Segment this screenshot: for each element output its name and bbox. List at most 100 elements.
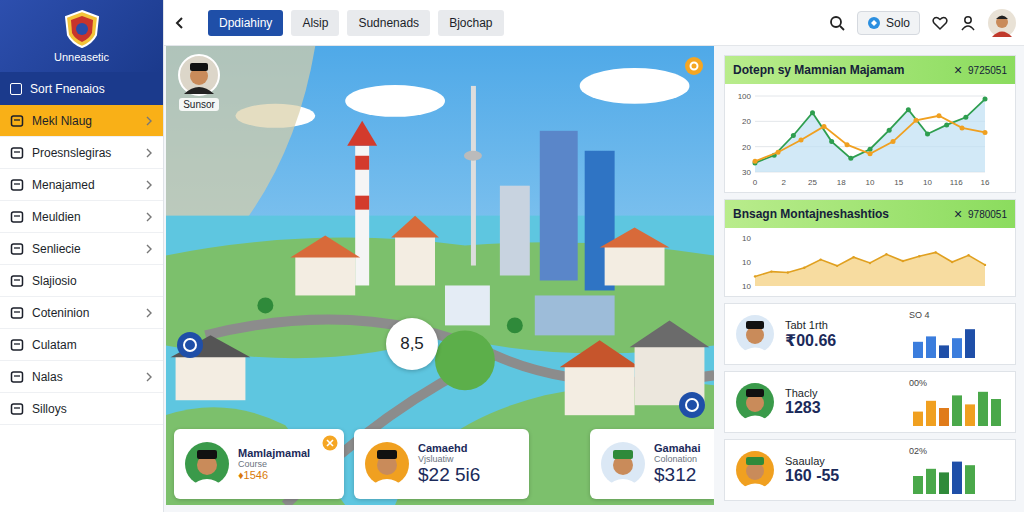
card-title: Dotepn sy Mamnian Majamam: [733, 63, 948, 77]
bar[interactable]: [939, 472, 949, 494]
sidebar-item[interactable]: Silloys: [0, 393, 163, 425]
bar[interactable]: [939, 408, 949, 426]
data-point: [770, 270, 772, 272]
series: [753, 97, 988, 166]
bar[interactable]: [926, 336, 936, 358]
shield-logo-icon[interactable]: [62, 9, 102, 49]
chevron-right-icon: [145, 116, 153, 126]
data-point[interactable]: [963, 115, 968, 120]
bar[interactable]: [978, 392, 988, 426]
card-header: Bnsagn Montajneshashtios×9780051: [725, 200, 1015, 228]
bar[interactable]: [952, 338, 962, 358]
score-badge[interactable]: 8,5: [386, 318, 438, 370]
data-point: [885, 253, 887, 255]
data-point[interactable]: [937, 113, 942, 118]
data-point[interactable]: [944, 122, 949, 127]
data-point[interactable]: [848, 156, 853, 161]
data-point[interactable]: [799, 138, 804, 143]
bar[interactable]: [926, 401, 936, 426]
data-point[interactable]: [868, 147, 873, 152]
bar[interactable]: [913, 476, 923, 494]
stat-row[interactable]: Thacly128300%: [724, 371, 1016, 433]
stat-label: 02%: [909, 446, 927, 456]
close-button[interactable]: ×: [954, 206, 962, 222]
user-avatar-icon[interactable]: [988, 9, 1016, 37]
area-chart: 101010: [731, 232, 993, 292]
data-point[interactable]: [891, 139, 896, 144]
data-point[interactable]: [868, 151, 873, 156]
sidebar-item[interactable]: Proesnslegiras: [0, 137, 163, 169]
heart-icon[interactable]: [932, 15, 948, 31]
city-map[interactable]: Sunsor 8,5 MamlajmamalCourse♦1546CamaehdVj…: [166, 46, 714, 505]
map-pin-icon[interactable]: [678, 391, 706, 419]
user-icon[interactable]: [960, 15, 976, 31]
data-point[interactable]: [822, 124, 827, 129]
data-point[interactable]: [960, 125, 965, 130]
solo-button[interactable]: Solo: [857, 11, 920, 35]
bars: [909, 320, 1005, 358]
sidebar-item[interactable]: Coteninion: [0, 297, 163, 329]
top-bar: Dpdiahiny Alsip Sudnenads Bjochap Solo: [164, 0, 1024, 46]
map-pin-icon[interactable]: [176, 331, 204, 359]
settings-badge-icon[interactable]: [684, 56, 704, 76]
bar[interactable]: [965, 404, 975, 426]
person-name: Camaehd: [418, 442, 480, 454]
search-icon[interactable]: [829, 15, 845, 31]
stat-label: 00%: [909, 378, 927, 388]
person-value: $312: [654, 464, 700, 486]
sidebar-item[interactable]: Mekl Nlaug: [0, 105, 163, 137]
data-point[interactable]: [983, 97, 988, 102]
data-point[interactable]: [776, 150, 781, 155]
data-point: [967, 254, 969, 256]
sidebar-item[interactable]: Slajiosio: [0, 265, 163, 297]
data-point[interactable]: [753, 159, 758, 164]
chevron-right-icon: [145, 244, 153, 254]
tab[interactable]: Bjochap: [438, 10, 503, 36]
data-point[interactable]: [845, 142, 850, 147]
data-point[interactable]: [791, 133, 796, 138]
data-point[interactable]: [829, 139, 834, 144]
data-point[interactable]: [925, 132, 930, 137]
person-card[interactable]: GamahaiColonation$312: [590, 429, 714, 499]
card-code: 9780051: [968, 209, 1007, 220]
bar[interactable]: [952, 462, 962, 494]
series-line: [755, 99, 985, 163]
data-point[interactable]: [983, 130, 988, 135]
tab[interactable]: Sudnenads: [347, 10, 430, 36]
sidebar-item[interactable]: Sort Fnenaios: [0, 72, 163, 105]
bar[interactable]: [913, 342, 923, 358]
data-point[interactable]: [906, 107, 911, 112]
stat-row[interactable]: Saaulay160 -5502%: [724, 439, 1016, 501]
sidebar-item[interactable]: Menajamed: [0, 169, 163, 201]
brand-header: Unneasetic: [0, 0, 163, 72]
tab[interactable]: Alsip: [291, 10, 339, 36]
bar[interactable]: [952, 395, 962, 426]
sidebar-item[interactable]: Meuldien: [0, 201, 163, 233]
tab[interactable]: Dpdiahiny: [208, 10, 283, 36]
bar[interactable]: [939, 345, 949, 358]
map-profile[interactable]: Sunsor: [178, 54, 220, 111]
bar[interactable]: [991, 399, 1001, 426]
bar[interactable]: [965, 465, 975, 494]
bar[interactable]: [926, 469, 936, 494]
data-point[interactable]: [914, 118, 919, 123]
data-point: [852, 256, 854, 258]
bar[interactable]: [965, 329, 975, 358]
person-card[interactable]: MamlajmamalCourse♦1546: [174, 429, 344, 499]
back-arrow-icon[interactable]: [174, 16, 186, 30]
sidebar-item[interactable]: Culatam: [0, 329, 163, 361]
bar[interactable]: [913, 412, 923, 426]
stat-name: Tabt 1rth: [785, 319, 899, 331]
data-point[interactable]: [887, 128, 892, 133]
sidebar-item[interactable]: Senliecie: [0, 233, 163, 265]
checkbox[interactable]: [10, 83, 22, 95]
close-button[interactable]: ×: [954, 62, 962, 78]
sidebar-item[interactable]: Nalas: [0, 361, 163, 393]
data-point[interactable]: [810, 110, 815, 115]
menu-icon: [10, 306, 24, 320]
chevron-right-icon: [145, 148, 153, 158]
stat-row[interactable]: Tabt 1rth₹00.66SO 4: [724, 303, 1016, 365]
line-chart: 10020203002251810151011616: [731, 88, 993, 188]
person-card[interactable]: CamaehdVjsluatiw$22 5i6: [354, 429, 529, 499]
close-badge-icon[interactable]: [322, 435, 338, 451]
